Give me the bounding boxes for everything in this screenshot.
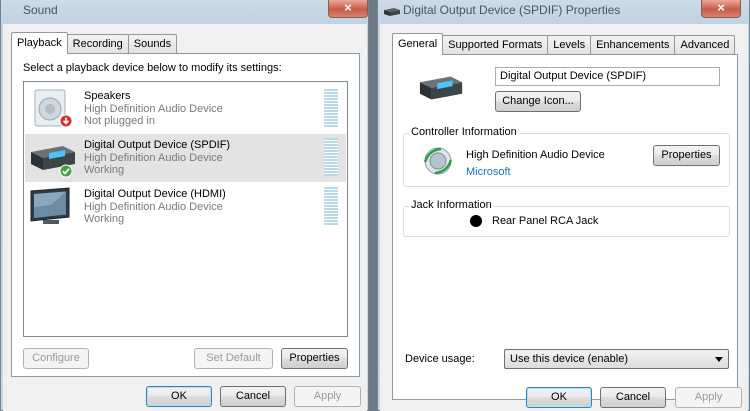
device-driver: High Definition Audio Device xyxy=(84,152,223,164)
sound-tabs: Playback Recording Sounds xyxy=(11,32,178,54)
properties-titlebar[interactable]: Digital Output Device (SPDIF) Properties… xyxy=(378,0,749,22)
tab-recording[interactable]: Recording xyxy=(66,34,129,54)
window-icon xyxy=(384,8,400,16)
window-title: Digital Output Device (SPDIF) Properties xyxy=(403,3,621,17)
controller-info-heading: Controller Information xyxy=(409,126,519,138)
playback-instruction: Select a playback device below to modify… xyxy=(23,62,282,74)
not-plugged-in-icon xyxy=(59,114,73,128)
desktop-gap xyxy=(369,0,377,411)
volume-meter xyxy=(324,89,338,127)
list-item[interactable]: Digital Output Device (SPDIF) High Defin… xyxy=(25,134,346,182)
apply-button[interactable]: Apply xyxy=(294,386,361,407)
controller-vendor-link[interactable]: Microsoft xyxy=(466,166,511,178)
device-usage-label: Device usage: xyxy=(405,353,475,365)
properties-tabs: General Supported Formats Levels Enhance… xyxy=(392,33,736,55)
close-button[interactable]: × xyxy=(328,0,368,18)
configure-button[interactable]: Configure xyxy=(23,348,89,369)
cancel-button[interactable]: Cancel xyxy=(220,386,286,407)
playback-device-list[interactable]: Speakers High Definition Audio Device No… xyxy=(23,81,348,337)
tab-enhancements[interactable]: Enhancements xyxy=(590,35,676,55)
device-icon xyxy=(419,76,463,100)
volume-meter xyxy=(324,187,338,225)
cancel-button[interactable]: Cancel xyxy=(600,387,666,408)
device-name-field[interactable]: Digital Output Device (SPDIF) xyxy=(495,67,720,86)
tab-playback[interactable]: Playback xyxy=(11,32,68,54)
jack-name: Rear Panel RCA Jack xyxy=(492,215,599,227)
jack-color-icon xyxy=(470,215,482,227)
sound-dialog-window: Sound × Playback Recording Sounds Select… xyxy=(0,0,369,411)
properties-button[interactable]: Properties xyxy=(281,348,348,369)
properties-dialog-window: Digital Output Device (SPDIF) Properties… xyxy=(377,0,750,411)
device-status: Working xyxy=(84,213,125,225)
default-device-check-icon xyxy=(59,164,73,178)
chevron-down-icon xyxy=(715,357,723,362)
device-usage-value: Use this device (enable) xyxy=(510,353,629,365)
device-status: Working xyxy=(84,164,125,176)
window-title: Sound xyxy=(23,3,58,17)
tab-general[interactable]: General xyxy=(392,33,444,55)
controller-properties-button[interactable]: Properties xyxy=(653,145,720,166)
ok-button[interactable]: OK xyxy=(146,386,212,407)
device-driver: High Definition Audio Device xyxy=(84,103,223,115)
device-name: Speakers xyxy=(84,90,131,102)
device-name: Digital Output Device (SPDIF) xyxy=(84,139,231,151)
list-item[interactable]: Digital Output Device (HDMI) High Defini… xyxy=(25,183,346,231)
jack-info-heading: Jack Information xyxy=(409,199,494,211)
sound-titlebar[interactable]: Sound × xyxy=(1,0,368,22)
tab-advanced[interactable]: Advanced xyxy=(674,35,736,55)
tab-levels[interactable]: Levels xyxy=(547,35,592,55)
device-driver: High Definition Audio Device xyxy=(84,201,223,213)
device-status: Not plugged in xyxy=(84,115,155,127)
volume-meter xyxy=(324,138,338,176)
apply-button[interactable]: Apply xyxy=(675,387,742,408)
audio-controller-icon xyxy=(423,147,453,175)
tab-sounds[interactable]: Sounds xyxy=(127,34,178,54)
device-name: Digital Output Device (HDMI) xyxy=(84,188,226,200)
set-default-button[interactable]: Set Default xyxy=(194,348,273,369)
tab-supported-formats[interactable]: Supported Formats xyxy=(442,35,549,55)
ok-button[interactable]: OK xyxy=(526,387,592,408)
close-button[interactable]: × xyxy=(701,0,741,18)
hdmi-monitor-icon xyxy=(30,187,70,224)
change-icon-button[interactable]: Change Icon... xyxy=(495,91,581,112)
controller-name: High Definition Audio Device xyxy=(466,149,605,161)
list-item[interactable]: Speakers High Definition Audio Device No… xyxy=(25,85,346,133)
device-usage-dropdown[interactable]: Use this device (enable) xyxy=(504,349,729,369)
